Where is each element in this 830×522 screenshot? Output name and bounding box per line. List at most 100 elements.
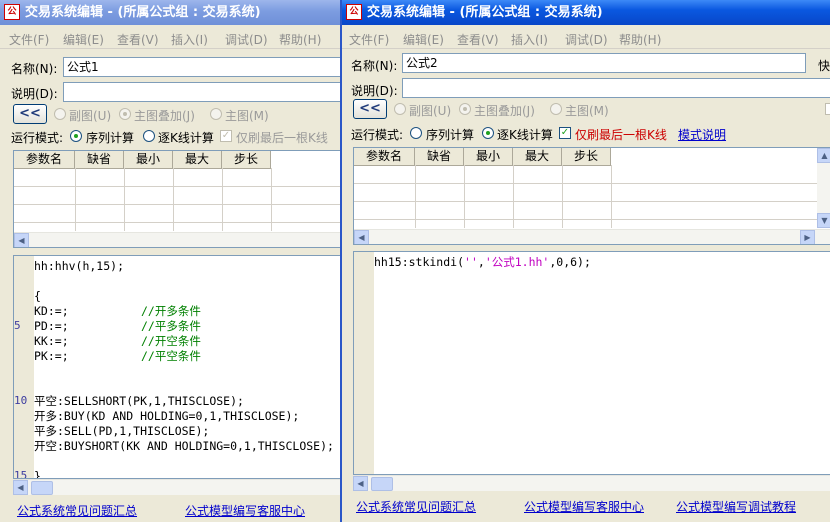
menu-insert[interactable]: 插入(I) [511,31,548,48]
param-table-hscroll[interactable]: ◀ [14,232,340,247]
only-last-checkbox[interactable]: ✓ [220,130,232,142]
menu-help[interactable]: 帮助(H) [279,31,321,48]
only-last-checkbox[interactable]: ✓ [559,127,571,139]
menu-edit[interactable]: 编辑(E) [63,31,104,48]
only-last-label: 仅刷最后一根K线 [575,128,667,142]
menu-view[interactable]: 查看(V) [117,31,159,48]
param-table[interactable]: 参数名 缺省 最小 最大 步长 ▲ ▼ ◀ ▶ [353,147,830,245]
code-line: 平多:SELL(PD,1,THISCLOSE); [34,424,210,438]
col-default[interactable]: 缺省 [415,148,464,165]
run-mode-label: 运行模式: [11,131,64,145]
code-editor[interactable]: hh15:stkindi('','公式1.hh',0,6); [353,251,830,475]
radio-mainchart[interactable] [210,108,222,120]
desc-label: 说明(D): [351,84,398,98]
col-max[interactable]: 最大 [173,151,222,168]
link-support[interactable]: 公式模型编写客服中心 [185,502,305,519]
menu-file[interactable]: 文件(F) [9,31,49,48]
code-suffix: ,0,6); [549,255,591,269]
radio-overlay[interactable] [119,108,131,120]
line-gutter [14,256,34,478]
radio-seq-calc[interactable] [70,130,82,142]
radio-kline-calc[interactable] [143,130,155,142]
scroll-down-icon[interactable]: ▼ [817,213,830,228]
mode-help-link[interactable]: 模式说明 [678,126,726,143]
col-param-name[interactable]: 参数名 [14,151,75,168]
scroll-right-icon[interactable]: ▶ [800,230,815,244]
code-line: { [34,289,41,303]
col-min[interactable]: 最小 [124,151,173,168]
radio-subchart-label: 副图(U) [69,109,112,123]
col-divider [222,168,223,231]
title-bar[interactable]: 公 交易系统编辑 - (所属公式组 : 交易系统) [342,0,830,25]
line-number: 5 [14,319,21,332]
col-divider [611,165,612,228]
radio-subchart[interactable] [54,108,66,120]
window-title: 交易系统编辑 - (所属公式组 : 交易系统) [367,5,603,20]
code-line: hh15:stkindi('','公式1.hh',0,6); [374,255,591,270]
param-table-vscroll[interactable]: ▲ ▼ [817,148,830,228]
row-divider [354,183,818,184]
radio-seq-calc-label: 序列计算 [86,131,135,145]
partial-checkbox[interactable] [825,103,830,115]
desc-label: 说明(D): [11,87,58,101]
col-default[interactable]: 缺省 [75,151,124,168]
menu-view[interactable]: 查看(V) [457,31,499,48]
row-divider [14,222,340,223]
line-number: 10 [14,394,28,407]
link-faq[interactable]: 公式系统常见问题汇总 [356,498,476,515]
radio-mainchart[interactable] [550,103,562,115]
scroll-up-icon[interactable]: ▲ [817,148,830,163]
collapse-button[interactable]: << [353,99,387,119]
line-gutter [354,252,374,474]
name-input[interactable]: 公式2 [402,53,806,73]
scroll-left-icon[interactable]: ◀ [354,230,369,244]
link-faq[interactable]: 公式系统常见问题汇总 [17,502,137,519]
scroll-thumb[interactable] [31,481,53,495]
desc-input[interactable] [402,78,830,98]
radio-overlay[interactable] [459,103,471,115]
formula-editor-window-1: 公 交易系统编辑 - (所属公式组 : 交易系统) 文件(F) 编辑(E) 查看… [0,0,340,522]
menu-debug[interactable]: 调试(D) [565,31,608,48]
code-line: KD:=; [34,304,69,318]
title-bar[interactable]: 公 交易系统编辑 - (所属公式组 : 交易系统) [0,0,340,25]
col-min[interactable]: 最小 [464,148,513,165]
scroll-left-icon[interactable]: ◀ [14,233,29,247]
code-string-formula: '公式1.hh' [484,255,550,269]
formula-editor-window-2: 公 交易系统编辑 - (所属公式组 : 交易系统) 文件(F) 编辑(E) 查看… [340,0,830,522]
code-editor[interactable]: 5 10 15 hh:hhv(h,15); { KD:=; //开多条件 PD:… [13,255,340,479]
code-line: hh:hhv(h,15); [34,259,125,273]
menu-help[interactable]: 帮助(H) [619,31,661,48]
param-table-hscroll[interactable]: ◀ ▶ [354,229,830,244]
window-title: 交易系统编辑 - (所属公式组 : 交易系统) [25,5,261,20]
scroll-left-icon[interactable]: ◀ [353,476,368,491]
scroll-thumb[interactable] [371,477,393,491]
col-param-name[interactable]: 参数名 [354,148,415,165]
row-divider [14,186,340,187]
editor-hscroll[interactable]: ◀ [353,475,830,491]
radio-subchart[interactable] [394,103,406,115]
radio-seq-calc[interactable] [410,127,422,139]
link-tutorial[interactable]: 公式模型编写调试教程 [676,498,796,515]
menu-file[interactable]: 文件(F) [349,31,389,48]
radio-kline-calc[interactable] [482,127,494,139]
col-step[interactable]: 步长 [222,151,271,168]
menu-edit[interactable]: 编辑(E) [403,31,444,48]
param-table[interactable]: 参数名 缺省 最小 最大 步长 ◀ [13,150,340,248]
col-divider [464,165,465,228]
link-support[interactable]: 公式模型编写客服中心 [524,498,644,515]
menu-insert[interactable]: 插入(I) [171,31,208,48]
collapse-button[interactable]: << [13,104,47,124]
radio-mainchart-label: 主图(M) [225,109,269,123]
scroll-left-icon[interactable]: ◀ [13,480,28,495]
code-comment: //开空条件 [141,334,201,348]
editor-hscroll[interactable]: ◀ [13,479,340,495]
name-input[interactable]: 公式1 [63,57,340,77]
cut-off-label: 快 [818,59,830,73]
col-step[interactable]: 步长 [562,148,611,165]
col-divider [271,168,272,231]
param-table-header: 参数名 缺省 最小 最大 步长 [354,148,611,166]
menu-debug[interactable]: 调试(D) [225,31,268,48]
desc-input[interactable] [63,82,340,102]
app-icon: 公 [346,4,362,20]
col-max[interactable]: 最大 [513,148,562,165]
